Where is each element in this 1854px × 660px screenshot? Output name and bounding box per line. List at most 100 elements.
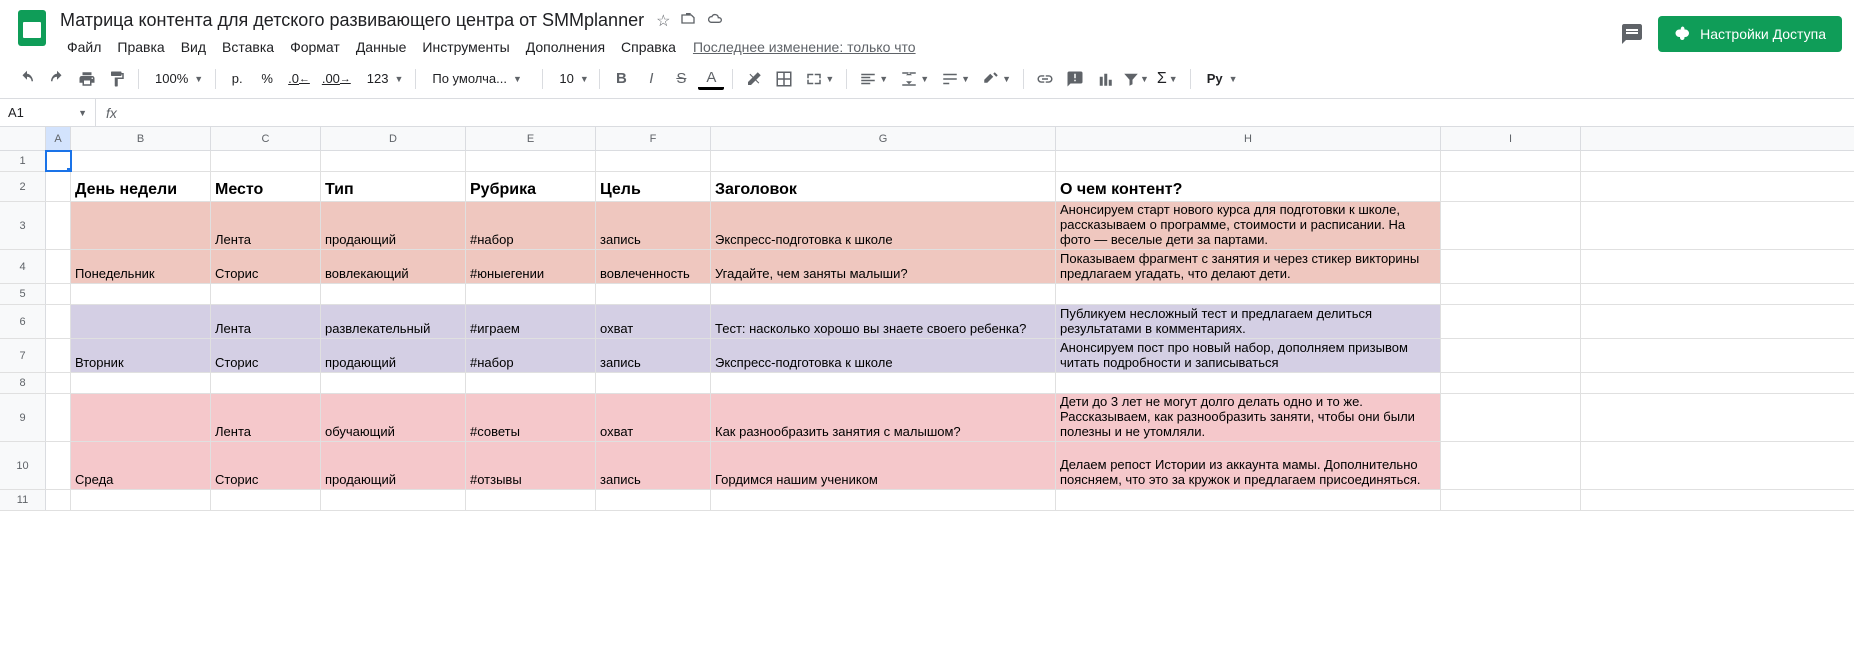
cell-D11[interactable] [321, 490, 466, 510]
col-header-A[interactable]: A [46, 127, 71, 150]
cell-F8[interactable] [596, 373, 711, 393]
cell-G2[interactable]: Заголовок [711, 172, 1056, 201]
cell-H9[interactable]: Дети до 3 лет не могут долго делать одно… [1056, 394, 1441, 441]
cell-B5[interactable] [71, 284, 211, 304]
col-header-B[interactable]: B [71, 127, 211, 150]
cell-B3[interactable] [71, 202, 211, 249]
col-header-G[interactable]: G [711, 127, 1056, 150]
cell-F2[interactable]: Цель [596, 172, 711, 201]
cell-G10[interactable]: Гордимся нашим учеником [711, 442, 1056, 489]
row-header-7[interactable]: 7 [0, 339, 46, 372]
cell-D8[interactable] [321, 373, 466, 393]
cell-A8[interactable] [46, 373, 71, 393]
link-button[interactable] [1032, 66, 1058, 92]
halign-button[interactable]: ▼ [855, 70, 892, 88]
cloud-icon[interactable] [706, 11, 724, 31]
menu-Формат[interactable]: Формат [283, 35, 347, 59]
last-edit[interactable]: Последнее изменение: только что [693, 39, 916, 55]
star-icon[interactable]: ☆ [656, 11, 670, 31]
cell-C1[interactable] [211, 151, 321, 171]
cell-A6[interactable] [46, 305, 71, 338]
redo-button[interactable] [44, 66, 70, 92]
cell-D5[interactable] [321, 284, 466, 304]
cell-F5[interactable] [596, 284, 711, 304]
cell-F9[interactable]: охват [596, 394, 711, 441]
col-header-C[interactable]: C [211, 127, 321, 150]
cell-F4[interactable]: вовлеченность [596, 250, 711, 283]
row-header-9[interactable]: 9 [0, 394, 46, 441]
cell-I3[interactable] [1441, 202, 1581, 249]
cell-C7[interactable]: Сторис [211, 339, 321, 372]
cell-I10[interactable] [1441, 442, 1581, 489]
cell-I9[interactable] [1441, 394, 1581, 441]
cell-F1[interactable] [596, 151, 711, 171]
cell-I1[interactable] [1441, 151, 1581, 171]
font-size-select[interactable]: 10▼ [551, 71, 591, 86]
cell-H7[interactable]: Анонсируем пост про новый набор, дополня… [1056, 339, 1441, 372]
cell-A11[interactable] [46, 490, 71, 510]
cell-C2[interactable]: Место [211, 172, 321, 201]
comment-button[interactable] [1062, 66, 1088, 92]
select-all-corner[interactable] [0, 127, 46, 150]
valign-button[interactable]: ▼ [896, 70, 933, 88]
cell-A7[interactable] [46, 339, 71, 372]
cell-E9[interactable]: #советы [466, 394, 596, 441]
cell-H3[interactable]: Анонсируем старт нового курса для подгот… [1056, 202, 1441, 249]
dec-decimal-button[interactable]: .0← [284, 66, 314, 92]
cell-G7[interactable]: Экспресс-подготовка к школе [711, 339, 1056, 372]
cell-C9[interactable]: Лента [211, 394, 321, 441]
menu-Файл[interactable]: Файл [60, 35, 108, 59]
strike-button[interactable]: S [668, 66, 694, 92]
cell-C6[interactable]: Лента [211, 305, 321, 338]
sheets-logo[interactable] [12, 8, 52, 48]
cell-B9[interactable] [71, 394, 211, 441]
cell-D7[interactable]: продающий [321, 339, 466, 372]
cell-A1[interactable] [46, 151, 71, 171]
cell-D3[interactable]: продающий [321, 202, 466, 249]
cell-G3[interactable]: Экспресс-подготовка к школе [711, 202, 1056, 249]
row-header-3[interactable]: 3 [0, 202, 46, 249]
cell-I2[interactable] [1441, 172, 1581, 201]
cell-H1[interactable] [1056, 151, 1441, 171]
row-header-10[interactable]: 10 [0, 442, 46, 489]
cell-F3[interactable]: запись [596, 202, 711, 249]
cell-H11[interactable] [1056, 490, 1441, 510]
cell-A9[interactable] [46, 394, 71, 441]
row-header-4[interactable]: 4 [0, 250, 46, 283]
row-header-5[interactable]: 5 [0, 284, 46, 304]
doc-title[interactable]: Матрица контента для детского развивающе… [60, 10, 644, 31]
col-header-E[interactable]: E [466, 127, 596, 150]
cell-D6[interactable]: развлекательный [321, 305, 466, 338]
menu-Правка[interactable]: Правка [110, 35, 171, 59]
italic-button[interactable]: I [638, 66, 664, 92]
cell-I7[interactable] [1441, 339, 1581, 372]
cell-G6[interactable]: Тест: насколько хорошо вы знаете своего … [711, 305, 1056, 338]
cell-H2[interactable]: О чем контент? [1056, 172, 1441, 201]
cell-D10[interactable]: продающий [321, 442, 466, 489]
cell-G5[interactable] [711, 284, 1056, 304]
menu-Дополнения[interactable]: Дополнения [519, 35, 612, 59]
bold-button[interactable]: B [608, 66, 634, 92]
fill-color-button[interactable] [741, 66, 767, 92]
chart-button[interactable] [1092, 66, 1118, 92]
menu-Вид[interactable]: Вид [174, 35, 213, 59]
cell-I11[interactable] [1441, 490, 1581, 510]
format-select[interactable]: 123▼ [359, 71, 408, 86]
cell-D4[interactable]: вовлекающий [321, 250, 466, 283]
cell-I8[interactable] [1441, 373, 1581, 393]
spreadsheet-grid[interactable]: ABCDEFGHI 12День неделиМестоТипРубрикаЦе… [0, 127, 1854, 511]
move-icon[interactable] [680, 11, 696, 31]
cell-G11[interactable] [711, 490, 1056, 510]
menu-Вставка[interactable]: Вставка [215, 35, 281, 59]
name-box[interactable]: A1▼ [0, 99, 96, 126]
cell-H4[interactable]: Показываем фрагмент с занятия и через ст… [1056, 250, 1441, 283]
cell-C8[interactable] [211, 373, 321, 393]
col-header-H[interactable]: H [1056, 127, 1441, 150]
row-header-6[interactable]: 6 [0, 305, 46, 338]
cell-C4[interactable]: Сторис [211, 250, 321, 283]
cell-C3[interactable]: Лента [211, 202, 321, 249]
inc-decimal-button[interactable]: .00→ [318, 66, 355, 92]
cell-E6[interactable]: #играем [466, 305, 596, 338]
wrap-button[interactable]: ▼ [937, 70, 974, 88]
cell-H8[interactable] [1056, 373, 1441, 393]
